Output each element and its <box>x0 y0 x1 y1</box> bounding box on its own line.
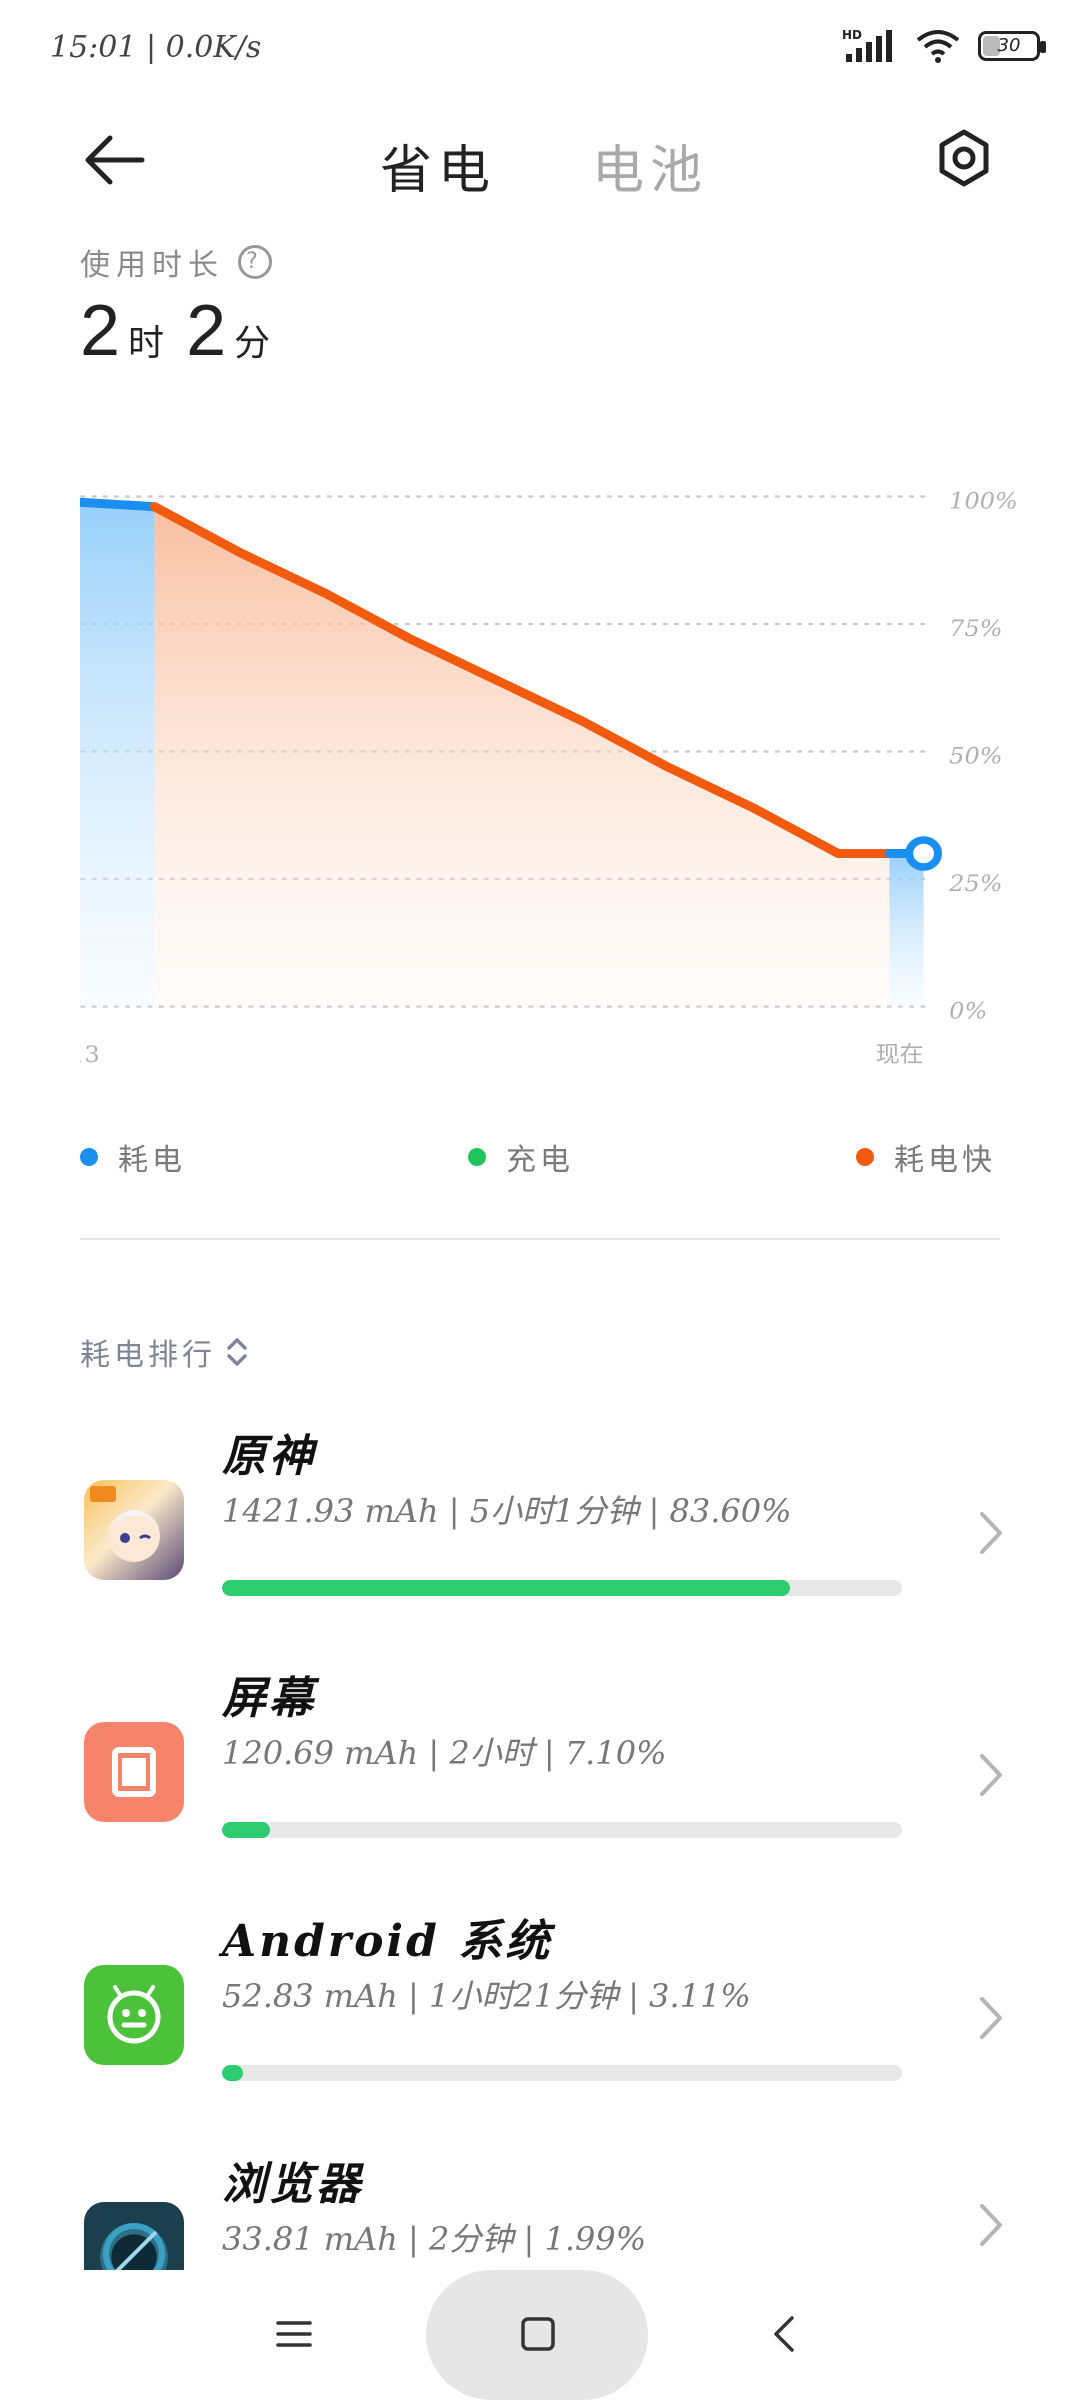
genshin-icon <box>84 1480 184 1580</box>
signal-icon: HD <box>842 28 892 62</box>
chevron-right-icon <box>980 1754 1002 1796</box>
app-detail: 33.81 mAh | 2分钟 | 1.99% <box>222 2220 647 2258</box>
sort-updown-icon <box>227 1338 247 1366</box>
legend-dot-charge <box>468 1148 486 1166</box>
ranking-label: 耗电排行 <box>80 1338 216 1373</box>
y-tick-label: 50% <box>949 743 1002 769</box>
usage-hours-unit: 时 <box>128 323 165 364</box>
y-tick-label: 100% <box>949 488 1018 514</box>
app-name: 屏幕 <box>222 1673 316 1724</box>
series-line-0 <box>80 497 160 512</box>
x-tick-label: 现在 <box>876 1042 924 1068</box>
x-tick-label: 13 <box>80 1042 100 1068</box>
legend-item-drain: 耗电 <box>80 1135 186 1179</box>
app-row-screen[interactable]: 屏幕 120.69 mAh | 2小时 | 7.10% <box>0 1662 1080 1882</box>
usage-duration-label: 使用时长 ? <box>80 240 272 284</box>
usage-bar-fill <box>222 2065 244 2081</box>
usage-hours: 2 <box>80 291 121 371</box>
back-icon[interactable] <box>770 2314 798 2354</box>
legend-label-fast-drain: 耗电快 <box>894 1143 996 1178</box>
y-tick-label: 0% <box>949 998 987 1024</box>
battery-icon: 30 <box>978 31 1046 61</box>
battery-chart: 100% 75% 50% 25% 0% 13 现在 <box>80 488 1018 1068</box>
battery-level: 30 <box>997 35 1021 56</box>
series-area-2 <box>889 853 924 1007</box>
usage-minutes-unit: 分 <box>234 323 271 364</box>
legend-item-fast-drain: 耗电快 <box>856 1135 996 1179</box>
tab-save-power[interactable]: 省电 <box>380 128 496 203</box>
usage-bar <box>222 1822 902 1838</box>
usage-minutes: 2 <box>186 291 227 371</box>
status-bar: 15:01 | 0.0K/s HD 30 <box>0 0 1080 100</box>
legend-label-charge: 充电 <box>506 1143 574 1178</box>
home-icon[interactable] <box>518 2314 558 2354</box>
legend-label-drain: 耗电 <box>118 1143 186 1178</box>
app-row-genshin[interactable]: 原神 1421.93 mAh | 5小时1分钟 | 83.60% <box>0 1420 1080 1640</box>
current-level-marker <box>905 836 943 871</box>
series-area-1 <box>154 506 890 1007</box>
usage-bar <box>222 2065 902 2081</box>
usage-bar-fill <box>222 1580 791 1596</box>
legend-dot-drain <box>80 1148 98 1166</box>
chevron-right-icon <box>980 1997 1002 2039</box>
back-arrow-icon[interactable] <box>80 130 150 190</box>
legend-item-charge: 充电 <box>468 1135 574 1179</box>
usage-bar-fill <box>222 1822 271 1838</box>
android-icon <box>84 1965 184 2065</box>
legend-dot-fast-drain <box>856 1148 874 1166</box>
status-time-speed: 15:01 | 0.0K/s <box>50 30 262 65</box>
usage-label-text: 使用时长 <box>80 248 224 283</box>
app-detail: 120.69 mAh | 2小时 | 7.10% <box>222 1734 667 1772</box>
divider <box>80 1238 1000 1240</box>
screen-icon <box>84 1722 184 1822</box>
ranking-sort-toggle[interactable]: 耗电排行 <box>80 1330 248 1374</box>
network-type-label: HD <box>842 28 862 42</box>
app-name: Android 系统 <box>222 1916 553 1967</box>
status-icons: HD 30 <box>842 28 1046 64</box>
menu-icon[interactable] <box>276 2316 312 2352</box>
tab-battery[interactable]: 电池 <box>592 128 708 203</box>
app-detail: 52.83 mAh | 1小时21分钟 | 3.11% <box>222 1977 751 2015</box>
usage-duration-value: 2 时 2 分 <box>80 290 270 372</box>
series-area-0 <box>80 502 155 1007</box>
app-name: 原神 <box>222 1431 316 1482</box>
chevron-right-icon <box>980 2204 1002 2246</box>
wifi-icon <box>916 30 960 63</box>
y-tick-label: 25% <box>948 871 1002 897</box>
usage-bar <box>222 1580 902 1596</box>
chevron-right-icon <box>980 1512 1002 1554</box>
app-name: 浏览器 <box>222 2159 363 2210</box>
help-icon[interactable]: ? <box>238 245 272 279</box>
y-tick-label: 75% <box>949 616 1002 642</box>
settings-gear-icon[interactable] <box>934 128 994 188</box>
app-row-android-system[interactable]: Android 系统 52.83 mAh | 1小时21分钟 | 3.11% <box>0 1905 1080 2125</box>
browser-icon <box>84 2202 184 2270</box>
app-detail: 1421.93 mAh | 5小时1分钟 | 83.60% <box>222 1492 792 1530</box>
app-row-browser[interactable]: 浏览器 33.81 mAh | 2分钟 | 1.99% <box>0 2148 1080 2270</box>
